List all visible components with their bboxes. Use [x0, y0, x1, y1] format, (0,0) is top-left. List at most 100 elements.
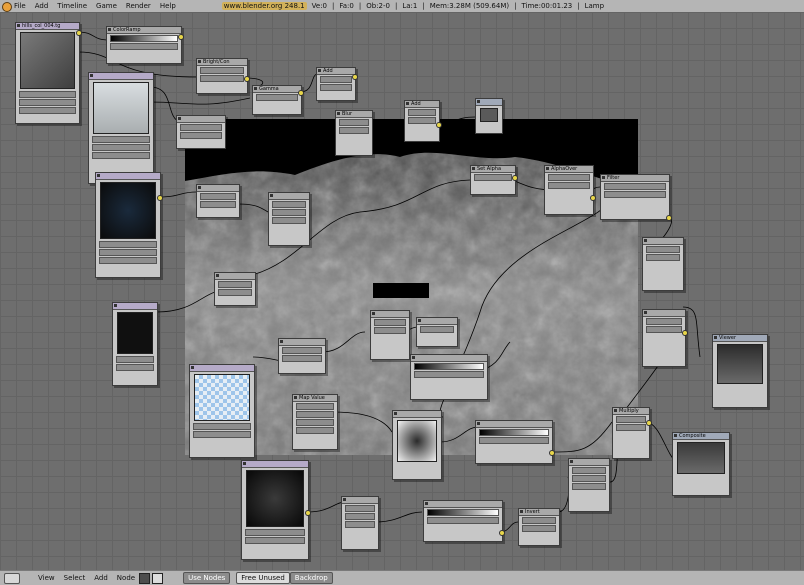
min-field[interactable]	[296, 419, 334, 426]
output-socket[interactable]	[76, 30, 82, 36]
fac-field[interactable]	[320, 84, 352, 91]
image-node-hills-black[interactable]	[241, 460, 309, 560]
file-field[interactable]	[19, 91, 76, 98]
fac-field[interactable]	[604, 191, 666, 198]
ramp-settings[interactable]	[427, 517, 499, 524]
min-field[interactable]	[345, 521, 375, 528]
output-socket[interactable]	[244, 76, 250, 82]
multiply-node[interactable]: Multiply	[612, 407, 650, 459]
frame-field[interactable]	[245, 537, 305, 544]
colorramp-node-top[interactable]: ColorRamp	[106, 26, 182, 64]
blur-settings[interactable]	[272, 209, 306, 216]
ramp-gradient[interactable]	[427, 509, 499, 516]
blur-settings[interactable]	[572, 475, 606, 482]
alphaover-node[interactable]: AlphaOver	[544, 165, 594, 215]
offset-field[interactable]	[92, 152, 150, 159]
ramp-gradient[interactable]	[479, 429, 549, 436]
output-socket[interactable]	[298, 90, 304, 96]
color-field[interactable]	[522, 525, 556, 532]
output-socket[interactable]	[305, 510, 311, 516]
colorramp-node-mid[interactable]	[410, 354, 488, 400]
offset-field[interactable]	[345, 505, 375, 512]
size-field[interactable]	[296, 411, 334, 418]
menu-game[interactable]: Game	[96, 2, 117, 10]
composite-nodes-icon[interactable]	[152, 572, 164, 584]
gamma-field[interactable]	[256, 94, 298, 101]
blur-size-field[interactable]	[272, 217, 306, 224]
viewer-node-1[interactable]	[475, 98, 503, 134]
blur-node-1[interactable]: Blur	[335, 110, 373, 156]
frame-field[interactable]	[19, 99, 76, 106]
ramp-settings[interactable]	[414, 371, 484, 378]
mapvalue-node[interactable]: Map Value	[292, 394, 338, 450]
blur-type-field[interactable]	[646, 318, 682, 325]
blur-settings[interactable]	[646, 326, 682, 333]
menu-file[interactable]: File	[14, 2, 26, 10]
shader-nodes-icon[interactable]	[139, 572, 151, 584]
file-field[interactable]	[245, 529, 305, 536]
output-socket[interactable]	[436, 122, 442, 128]
menu-add[interactable]: Add	[35, 2, 49, 10]
blur-type-field[interactable]	[646, 246, 680, 253]
menu-view[interactable]: View	[38, 574, 55, 582]
blur-type-field[interactable]	[572, 467, 606, 474]
use-nodes-button[interactable]: Use Nodes	[183, 572, 231, 584]
blur-node-6[interactable]	[568, 458, 610, 512]
blur-type-field[interactable]	[374, 319, 406, 326]
output-socket[interactable]	[666, 215, 672, 221]
blend-type-field[interactable]	[320, 76, 352, 83]
offset-field[interactable]	[296, 403, 334, 410]
contrast-field[interactable]	[180, 132, 222, 139]
ramp-settings[interactable]	[110, 43, 178, 50]
colorramp-node-low[interactable]	[475, 420, 553, 464]
menu-select[interactable]: Select	[64, 574, 86, 582]
ramp-gradient[interactable]	[110, 35, 178, 42]
filter-type-field[interactable]	[604, 183, 666, 190]
brightcon-node-3[interactable]	[196, 184, 240, 218]
blur-node-4[interactable]	[370, 310, 410, 360]
image-node-hills-col[interactable]: hills_col_004.tg	[15, 22, 80, 124]
image-node-hills-spec2[interactable]	[112, 302, 158, 386]
menu-timeline[interactable]: Timeline	[57, 2, 87, 10]
contrast-field[interactable]	[200, 75, 244, 82]
fac-field[interactable]	[408, 117, 436, 124]
bright-field[interactable]	[200, 193, 236, 200]
blend-type-field[interactable]	[408, 109, 436, 116]
output-socket[interactable]	[646, 420, 652, 426]
blender-icon[interactable]	[2, 2, 12, 12]
blur-type-field[interactable]	[339, 119, 369, 126]
output-socket[interactable]	[512, 175, 518, 181]
menu-add[interactable]: Add	[94, 574, 108, 582]
ramp-gradient[interactable]	[414, 363, 484, 370]
convert-premul-field[interactable]	[548, 174, 590, 181]
frame-field[interactable]	[92, 144, 150, 151]
blend-type-field[interactable]	[616, 416, 646, 423]
bright-field[interactable]	[218, 281, 252, 288]
fac-field[interactable]	[616, 424, 646, 431]
ramp-settings[interactable]	[479, 437, 549, 444]
menu-render[interactable]: Render	[126, 2, 151, 10]
blur-size-field[interactable]	[339, 127, 369, 134]
output-socket[interactable]	[157, 195, 163, 201]
add-node-1[interactable]: Add	[316, 67, 356, 101]
fac-field[interactable]	[548, 182, 590, 189]
bright-field[interactable]	[282, 347, 322, 354]
contrast-field[interactable]	[218, 289, 252, 296]
file-field[interactable]	[99, 241, 157, 248]
brightcon-node-4[interactable]	[214, 272, 256, 306]
blur-node-5[interactable]	[642, 309, 686, 367]
alpha-field[interactable]	[474, 174, 512, 181]
output-socket[interactable]	[549, 450, 555, 456]
mix-add-node[interactable]: Add	[404, 100, 440, 142]
brightcon-node-5[interactable]	[278, 338, 326, 374]
fac-field[interactable]	[522, 517, 556, 524]
colorramp-node-bottom[interactable]	[423, 500, 503, 542]
alpha-field[interactable]	[420, 326, 454, 333]
frame-field[interactable]	[99, 249, 157, 256]
backdrop-button[interactable]: Backdrop	[289, 572, 333, 584]
menu-node[interactable]: Node	[117, 574, 135, 582]
file-field[interactable]	[116, 356, 154, 363]
invert-node[interactable]: Invert	[518, 508, 560, 546]
image-node-hills-bgr[interactable]	[189, 364, 255, 458]
contrast-field[interactable]	[200, 201, 236, 208]
